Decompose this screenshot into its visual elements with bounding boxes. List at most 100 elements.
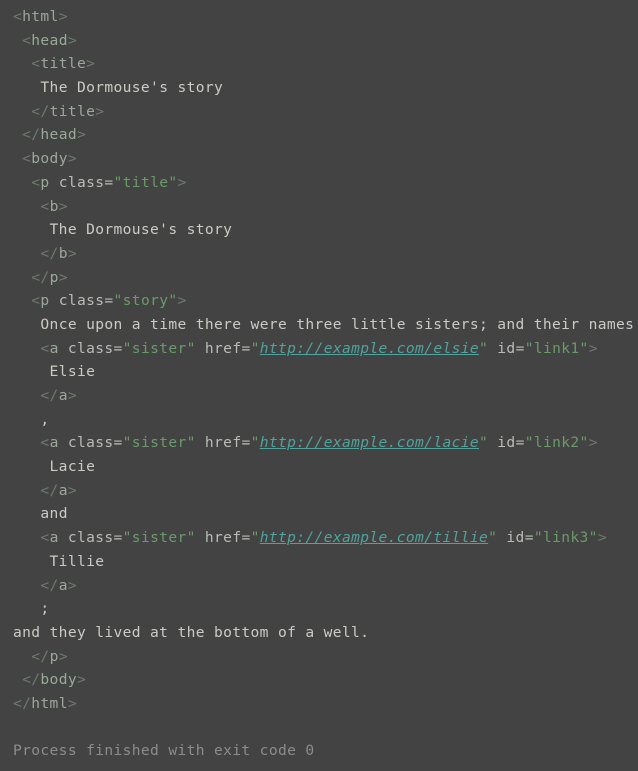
token-bracket: > xyxy=(58,268,68,286)
token-tag: head xyxy=(40,126,77,144)
token-attr: id= xyxy=(506,529,534,547)
console-line: <p class="title"> xyxy=(13,171,638,195)
token-val: " xyxy=(250,434,260,452)
token-tag: b xyxy=(58,244,68,262)
token-attr: href= xyxy=(204,434,251,452)
token-val: " xyxy=(479,339,489,357)
console-line: and xyxy=(13,502,638,526)
console-line: </html> xyxy=(13,692,638,716)
console-line: <a class="sister" href="http://example.c… xyxy=(13,526,638,550)
token-url[interactable]: http://example.com/elsie xyxy=(260,340,479,357)
token-tag: b xyxy=(49,197,59,215)
token-val: "sister" xyxy=(122,529,196,547)
console-line: </p> xyxy=(13,266,638,290)
console-line: <head> xyxy=(13,29,638,53)
token-val: "sister" xyxy=(122,434,196,452)
console-line: ; xyxy=(13,597,638,621)
token-attr: class= xyxy=(58,292,114,310)
console-line: </b> xyxy=(13,242,638,266)
console-line: <title> xyxy=(13,52,638,76)
console-line: <b> xyxy=(13,195,638,219)
console-output: <html> <head> <title> The Dormouse's sto… xyxy=(0,0,638,716)
token-bracket: </ xyxy=(13,694,32,712)
token-bracket: > xyxy=(588,434,598,452)
console-line: <p class="story"> xyxy=(13,289,638,313)
token-tag: html xyxy=(31,694,68,712)
token-bracket: > xyxy=(67,694,77,712)
console-line: </title> xyxy=(13,100,638,124)
token-tag: p xyxy=(49,268,59,286)
run-console-panel[interactable]: <html> <head> <title> The Dormouse's sto… xyxy=(0,0,638,771)
token-val: "story" xyxy=(113,292,178,310)
token-bracket: > xyxy=(67,244,77,262)
token-tag: title xyxy=(49,102,96,120)
token-val: "link1" xyxy=(524,339,589,357)
token-text: and xyxy=(40,505,68,523)
token-text: Lacie xyxy=(49,458,96,476)
token-bracket: < xyxy=(22,31,32,49)
console-line: , xyxy=(13,408,638,432)
process-exit-message: Process finished with exit code 0 xyxy=(13,742,315,760)
token-tag: head xyxy=(31,31,68,49)
token-val: "sister" xyxy=(122,339,196,357)
token-text: Once upon a time there were three little… xyxy=(40,315,638,333)
token-val: "link3" xyxy=(533,529,598,547)
token-url[interactable]: http://example.com/tillie xyxy=(260,529,488,546)
token-bracket: > xyxy=(95,102,105,120)
token-bracket: </ xyxy=(40,244,59,262)
token-bracket: </ xyxy=(31,268,50,286)
token-bracket: </ xyxy=(31,647,50,665)
token-text: , xyxy=(40,410,50,428)
token-val: " xyxy=(479,434,489,452)
token-tag: body xyxy=(40,671,77,689)
console-line: Lacie xyxy=(13,455,638,479)
token-val: " xyxy=(488,529,498,547)
token-text: ; xyxy=(40,600,50,618)
token-bracket: </ xyxy=(40,481,59,499)
console-line: </a> xyxy=(13,574,638,598)
token-bracket: < xyxy=(40,434,50,452)
console-line: </a> xyxy=(13,479,638,503)
console-line: and they lived at the bottom of a well. xyxy=(13,621,638,645)
token-tag: html xyxy=(22,8,59,25)
console-line: Elsie xyxy=(13,360,638,384)
console-line: The Dormouse's story xyxy=(13,76,638,100)
token-bracket: </ xyxy=(22,126,41,144)
token-tag: a xyxy=(49,529,59,547)
token-val: "title" xyxy=(113,173,178,191)
token-tag: body xyxy=(31,150,68,168)
token-bracket: > xyxy=(58,8,68,25)
token-bracket: < xyxy=(40,197,50,215)
token-attr: id= xyxy=(497,339,525,357)
token-bracket: < xyxy=(22,150,32,168)
console-line: <a class="sister" href="http://example.c… xyxy=(13,337,638,361)
token-attr: id= xyxy=(497,434,525,452)
console-line: </body> xyxy=(13,668,638,692)
token-bracket: > xyxy=(67,150,77,168)
token-attr: class= xyxy=(67,434,123,452)
token-url[interactable]: http://example.com/lacie xyxy=(260,434,479,451)
token-bracket: > xyxy=(76,671,87,689)
